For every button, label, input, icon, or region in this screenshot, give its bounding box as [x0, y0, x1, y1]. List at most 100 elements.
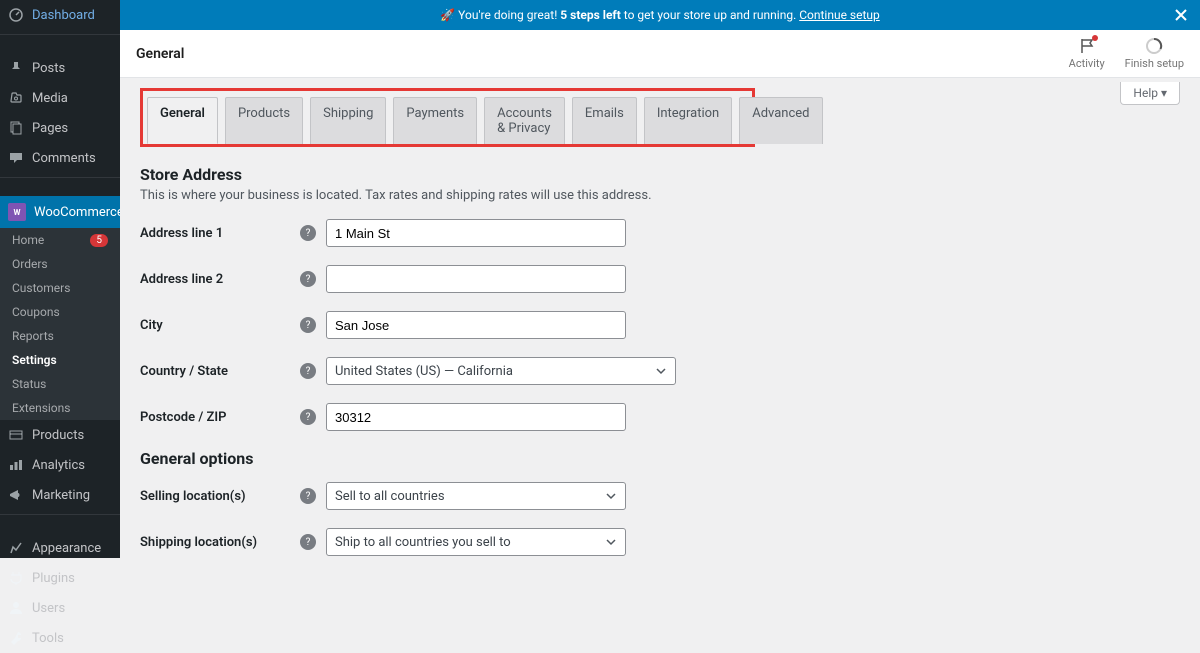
submenu-item-reports[interactable]: Reports	[0, 324, 120, 348]
tools-icon	[8, 630, 24, 646]
submenu-item-extensions[interactable]: Extensions	[0, 396, 120, 420]
page-title: General	[136, 46, 184, 62]
store-address-heading: Store Address	[140, 165, 1180, 184]
finish-setup-button[interactable]: Finish setup	[1125, 37, 1184, 70]
sidebar-item-appearance[interactable]: Appearance	[0, 533, 120, 563]
help-tip-icon[interactable]: ?	[300, 534, 316, 550]
submenu-item-customers[interactable]: Customers	[0, 276, 120, 300]
products-icon	[8, 427, 24, 443]
help-tip-icon[interactable]: ?	[300, 409, 316, 425]
general-options-heading: General options	[140, 449, 1180, 468]
sidebar-item-dashboard[interactable]: Dashboard	[0, 0, 120, 30]
sidebar-item-products[interactable]: Products	[0, 420, 120, 450]
country-label: Country / State	[140, 364, 300, 379]
help-tip-icon[interactable]: ?	[300, 363, 316, 379]
comment-icon	[8, 150, 24, 166]
pin-icon	[8, 60, 24, 76]
sidebar-label: Plugins	[32, 571, 75, 586]
help-tip-icon[interactable]: ?	[300, 271, 316, 287]
tab-shipping[interactable]: Shipping	[310, 97, 386, 144]
submenu-item-status[interactable]: Status	[0, 372, 120, 396]
dashboard-icon	[8, 7, 24, 23]
help-tip-icon[interactable]: ?	[300, 488, 316, 504]
sidebar-label: Products	[32, 428, 84, 443]
address2-label: Address line 2	[140, 272, 300, 287]
postcode-input[interactable]	[326, 403, 626, 431]
submenu-item-orders[interactable]: Orders	[0, 252, 120, 276]
tab-general[interactable]: General	[147, 97, 218, 144]
sidebar-label: Appearance	[32, 541, 101, 556]
sidebar-label: Analytics	[32, 458, 85, 473]
sidebar-label: Posts	[32, 61, 65, 76]
sidebar-item-posts[interactable]: Posts	[0, 53, 120, 83]
rocket-icon: 🚀	[440, 8, 455, 22]
page-icon	[8, 120, 24, 136]
media-icon	[8, 90, 24, 106]
submenu-item-settings[interactable]: Settings	[0, 348, 120, 372]
selling-locations-select[interactable]: Sell to all countries	[326, 482, 626, 510]
help-tip-icon[interactable]: ?	[300, 317, 316, 333]
address2-input[interactable]	[326, 265, 626, 293]
sidebar-label: Tools	[32, 631, 64, 646]
sidebar-label: WooCommerce	[34, 205, 124, 220]
users-icon	[8, 600, 24, 616]
sidebar-label: Pages	[32, 121, 68, 136]
sidebar-item-plugins[interactable]: Plugins	[0, 563, 120, 593]
progress-icon	[1145, 37, 1163, 55]
sidebar-label: Marketing	[32, 488, 90, 503]
submenu-item-coupons[interactable]: Coupons	[0, 300, 120, 324]
sidebar-item-comments[interactable]: Comments	[0, 143, 120, 173]
chevron-down-icon	[605, 536, 617, 548]
home-badge: 5	[90, 234, 108, 247]
analytics-icon	[8, 457, 24, 473]
plugins-icon	[8, 570, 24, 586]
close-icon[interactable]	[1172, 6, 1190, 24]
sidebar-label: Comments	[32, 151, 96, 166]
woocommerce-icon: W	[8, 203, 26, 221]
sidebar-item-media[interactable]: Media	[0, 83, 120, 113]
store-address-desc: This is where your business is located. …	[140, 188, 1180, 203]
continue-setup-link[interactable]: Continue setup	[799, 8, 880, 22]
settings-tabs: General Products Shipping Payments Accou…	[147, 97, 748, 144]
shipping-locations-select[interactable]: Ship to all countries you sell to	[326, 528, 626, 556]
city-label: City	[140, 318, 300, 333]
help-tip-icon[interactable]: ?	[300, 225, 316, 241]
admin-sidebar: Dashboard Posts Media Pages Comments W W…	[0, 0, 120, 558]
sidebar-item-users[interactable]: Users	[0, 593, 120, 623]
sidebar-item-pages[interactable]: Pages	[0, 113, 120, 143]
tab-advanced[interactable]: Advanced	[739, 97, 822, 144]
page-header: General Activity Finish setup	[120, 30, 1200, 78]
address1-label: Address line 1	[140, 226, 300, 241]
shipping-locations-label: Shipping location(s)	[140, 535, 300, 550]
tab-payments[interactable]: Payments	[393, 97, 477, 144]
woocommerce-submenu: Home5 Orders Customers Coupons Reports S…	[0, 228, 120, 420]
onboarding-notice: 🚀 You're doing great! 5 steps left to ge…	[120, 0, 1200, 30]
help-dropdown[interactable]: Help ▾	[1120, 82, 1180, 105]
sidebar-label: Media	[32, 91, 68, 106]
appearance-icon	[8, 540, 24, 556]
sidebar-label: Users	[32, 601, 65, 616]
city-input[interactable]	[326, 311, 626, 339]
tab-integration[interactable]: Integration	[644, 97, 732, 144]
selling-locations-label: Selling location(s)	[140, 489, 300, 504]
sidebar-item-tools[interactable]: Tools	[0, 623, 120, 653]
main-content: 🚀 You're doing great! 5 steps left to ge…	[120, 0, 1200, 558]
activity-button[interactable]: Activity	[1069, 37, 1105, 70]
submenu-item-home[interactable]: Home5	[0, 228, 120, 252]
marketing-icon	[8, 487, 24, 503]
sidebar-label: Dashboard	[32, 8, 95, 23]
tab-products[interactable]: Products	[225, 97, 303, 144]
sidebar-item-analytics[interactable]: Analytics	[0, 450, 120, 480]
chevron-down-icon	[655, 365, 667, 377]
tab-emails[interactable]: Emails	[572, 97, 637, 144]
address1-input[interactable]	[326, 219, 626, 247]
sidebar-item-marketing[interactable]: Marketing	[0, 480, 120, 510]
tabs-highlight-box: General Products Shipping Payments Accou…	[140, 88, 755, 147]
notice-text: You're doing great! 5 steps left to get …	[458, 8, 880, 22]
tab-accounts-privacy[interactable]: Accounts & Privacy	[484, 97, 565, 144]
country-select[interactable]: United States (US) — California	[326, 357, 676, 385]
chevron-down-icon	[605, 490, 617, 502]
flag-icon	[1078, 37, 1096, 55]
postcode-label: Postcode / ZIP	[140, 410, 300, 425]
sidebar-item-woocommerce[interactable]: W WooCommerce	[0, 196, 120, 228]
